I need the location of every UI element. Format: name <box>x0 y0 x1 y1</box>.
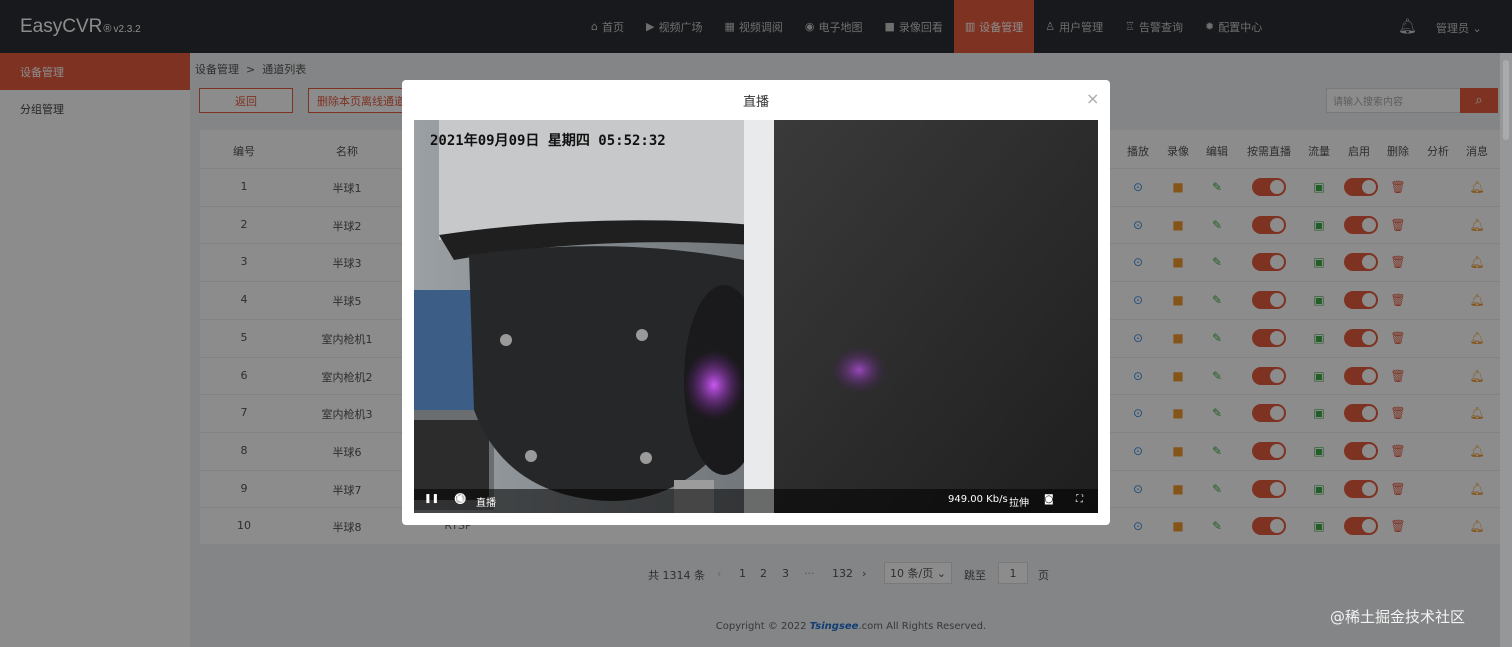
bitrate-readout: 949.00 Kb/s <box>948 494 1008 505</box>
pause-icon[interactable]: ❚❚ <box>424 494 439 504</box>
live-video-player[interactable]: 2021年09月09日 星期四 05:52:32 ❚❚ 🔇 直播 949.00 … <box>414 120 1098 513</box>
page-scrollbar-thumb[interactable] <box>1503 60 1509 140</box>
live-video-modal: 直播 × 2021年09月09日 星期四 05:52:32 ❚❚ 🔇 直播 94… <box>402 80 1110 525</box>
snapshot-icon[interactable]: ◙ <box>1044 494 1054 505</box>
modal-title: 直播 <box>742 95 769 110</box>
video-frame <box>414 120 1098 513</box>
video-timestamp-overlay: 2021年09月09日 星期四 05:52:32 <box>430 133 666 149</box>
mute-icon[interactable]: 🔇 <box>454 494 466 505</box>
close-icon[interactable]: × <box>1086 89 1099 108</box>
video-control-bar: ❚❚ 🔇 直播 949.00 Kb/s 拉伸 ◙ ⛶ <box>414 489 1098 513</box>
page-scrollbar[interactable] <box>1500 53 1512 647</box>
fullscreen-icon[interactable]: ⛶ <box>1076 494 1083 505</box>
watermark: @稀土掘金技术社区 <box>1330 608 1466 626</box>
live-label: 直播 <box>476 498 496 509</box>
stretch-button[interactable]: 拉伸 <box>1009 494 1029 509</box>
